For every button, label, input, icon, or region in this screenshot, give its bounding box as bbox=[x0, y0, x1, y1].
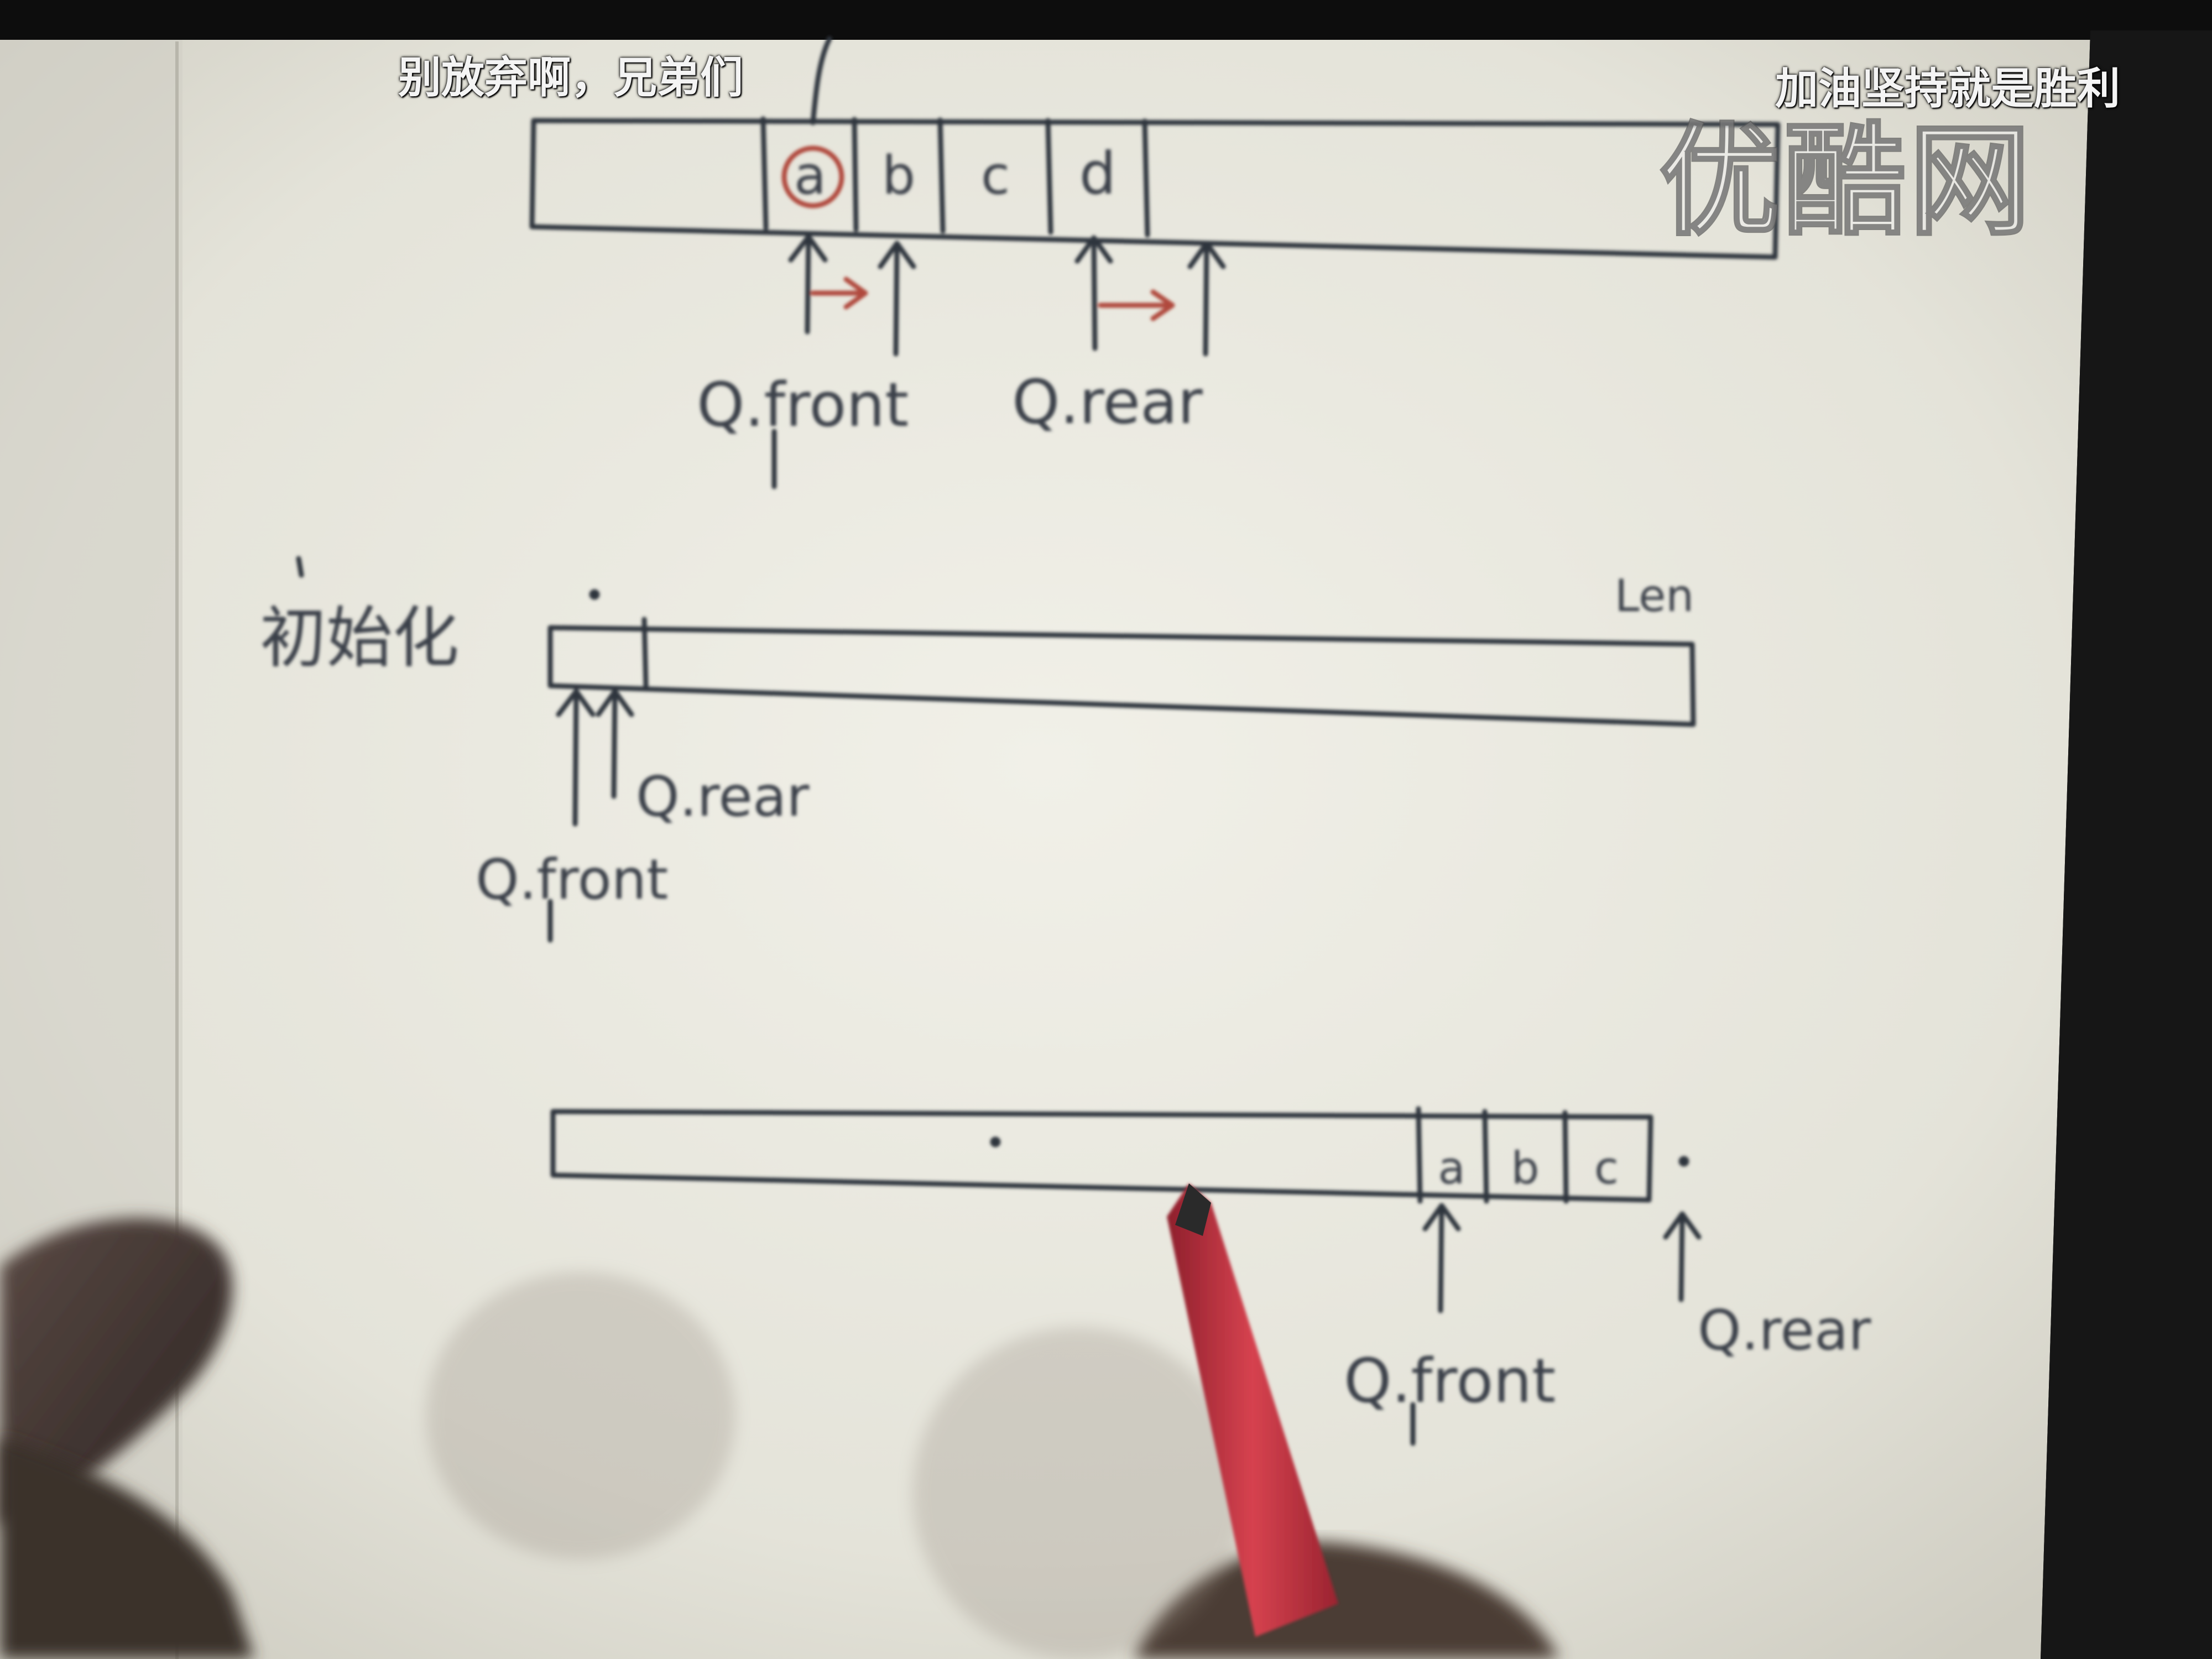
middle-first-cell-divider bbox=[641, 617, 649, 688]
subtitle-left: 别放弃啊，兄弟们 bbox=[398, 53, 744, 103]
bottom-rear-label: Q.rear bbox=[1698, 1298, 1871, 1363]
video-top-band bbox=[0, 0, 2212, 40]
bottom-cell-c: c bbox=[1594, 1142, 1619, 1194]
top-cell-divider bbox=[1045, 118, 1053, 235]
top-cell-divider bbox=[852, 117, 859, 232]
ink-dot bbox=[1678, 1156, 1689, 1167]
top-cell-divider bbox=[937, 117, 946, 234]
youku-watermark-logo: 优酷网 bbox=[1658, 109, 2034, 253]
middle-rear-label: Q.rear bbox=[636, 764, 810, 829]
init-tick bbox=[296, 556, 304, 578]
top-cell-a: a bbox=[794, 145, 826, 206]
bottom-cell-divider bbox=[1416, 1106, 1423, 1204]
bottom-cell-a: a bbox=[1438, 1142, 1465, 1194]
hand-shadow bbox=[912, 1327, 1244, 1659]
ink-dot bbox=[990, 1136, 1001, 1147]
top-front-label: Q.front bbox=[697, 369, 909, 440]
top-rear-label: Q.rear bbox=[1012, 367, 1203, 437]
ink-dot bbox=[589, 589, 600, 600]
video-frame: a b c d Q.front Q.rear 初始化 Len Q.rear Q.… bbox=[0, 0, 2212, 1659]
bottom-cell-b: b bbox=[1511, 1142, 1540, 1194]
bottom-cell-divider bbox=[1562, 1110, 1569, 1204]
top-cell-divider bbox=[760, 116, 769, 231]
bottom-cell-divider bbox=[1482, 1109, 1489, 1204]
middle-front-label: Q.front bbox=[476, 847, 668, 912]
top-cell-divider bbox=[1142, 118, 1150, 238]
init-label: 初始化 bbox=[260, 600, 459, 677]
top-cell-d: d bbox=[1079, 140, 1117, 207]
top-cell-c: c bbox=[981, 145, 1010, 206]
top-cell-b: b bbox=[882, 145, 915, 206]
bottom-front-label: Q.front bbox=[1344, 1345, 1556, 1416]
hand-shadow bbox=[426, 1272, 735, 1559]
len-label: Len bbox=[1615, 570, 1694, 622]
